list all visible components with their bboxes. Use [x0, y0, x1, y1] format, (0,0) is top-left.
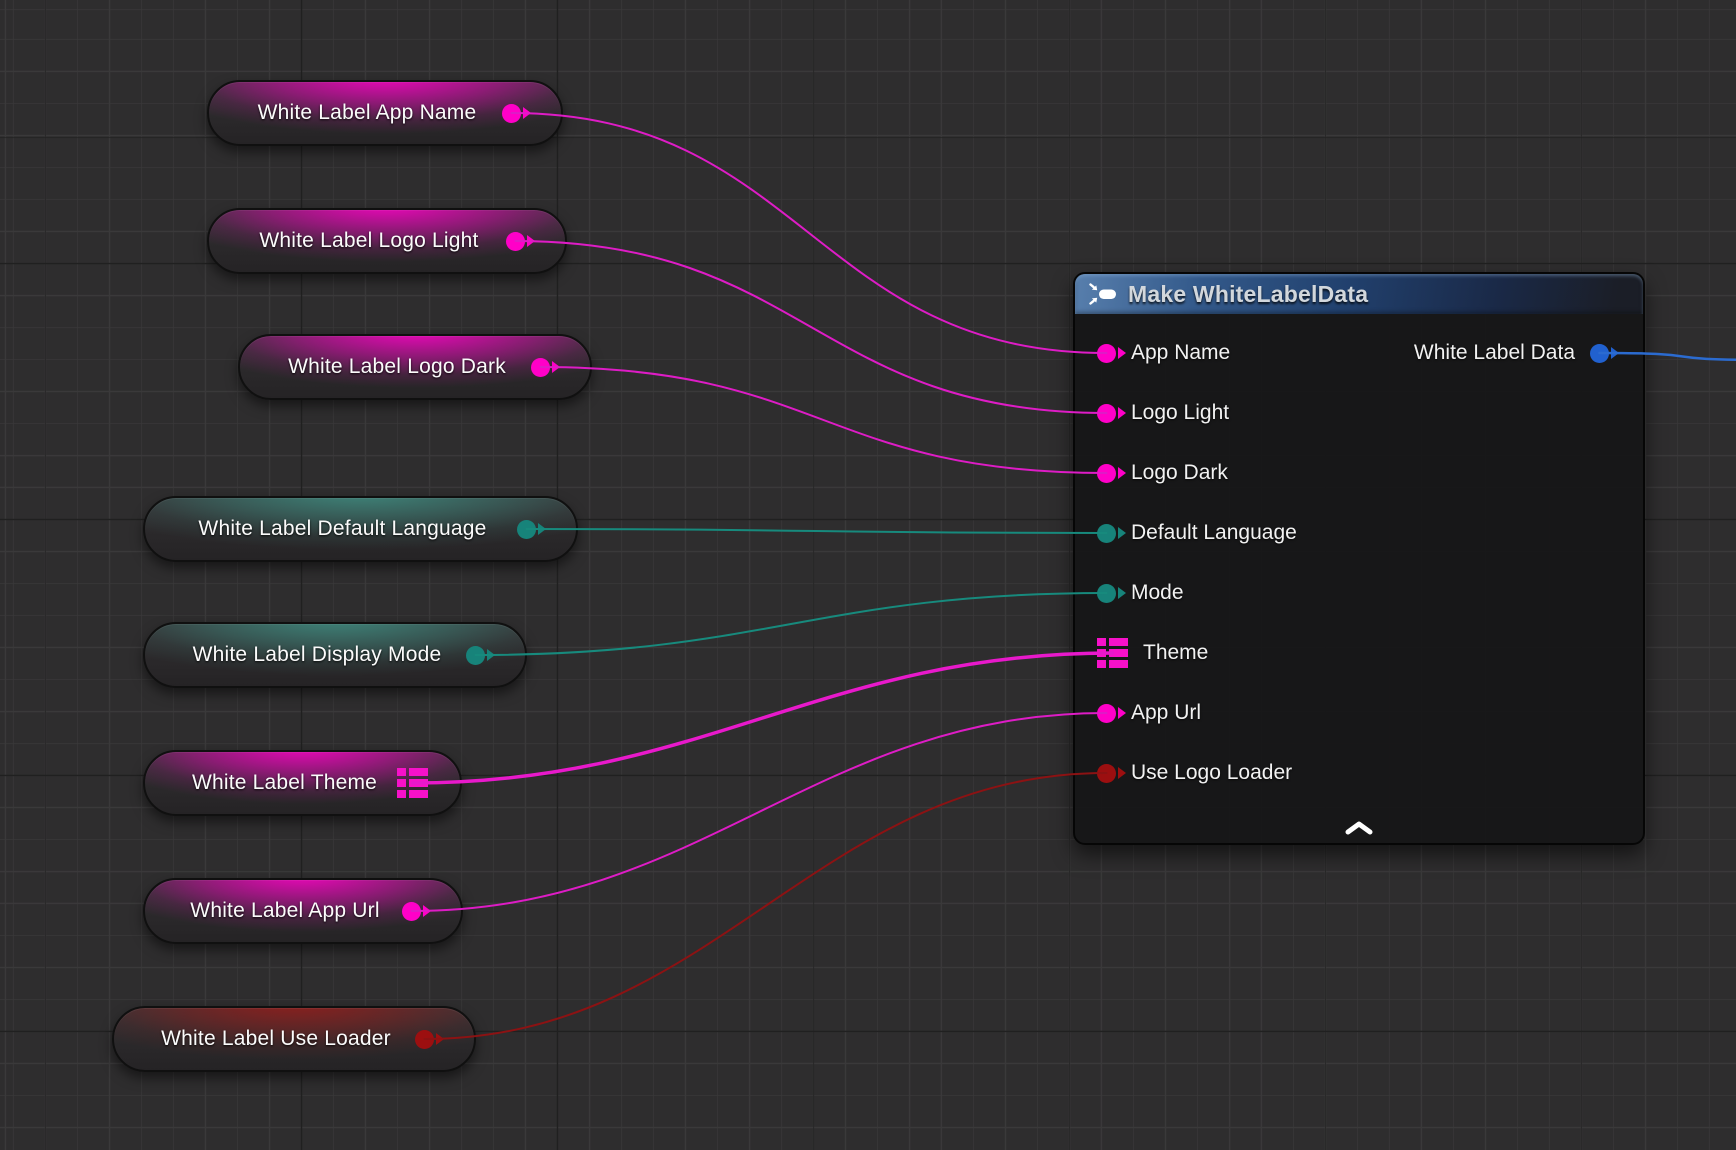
- input-pin-app-name[interactable]: [1097, 344, 1116, 363]
- getter-node-label: White Label Logo Dark: [266, 355, 564, 379]
- input-pin-label: Logo Light: [1131, 401, 1229, 425]
- make-struct-icon: [1089, 282, 1117, 306]
- input-row: Use Logo Loader: [1075, 743, 1643, 803]
- input-row: Default Language: [1075, 503, 1643, 563]
- white-label-data-output-pin[interactable]: [1590, 344, 1609, 363]
- input-pin-label: App Name: [1131, 341, 1230, 365]
- white-label-logo-light-output-pin[interactable]: [506, 232, 525, 251]
- input-pin-default-language[interactable]: [1097, 524, 1116, 543]
- wire-white-label-app-name[interactable]: [512, 113, 1107, 353]
- input-row: Mode: [1075, 563, 1643, 623]
- getter-node-white-label-logo-light[interactable]: White Label Logo Light: [207, 208, 567, 274]
- input-row: App Url: [1075, 683, 1643, 743]
- white-label-app-name-output-pin[interactable]: [502, 104, 521, 123]
- input-pin-logo-dark[interactable]: [1097, 464, 1116, 483]
- blueprint-graph-canvas[interactable]: White Label App Name White Label Logo Lig…: [0, 0, 1736, 1150]
- wire-white-label-logo-light[interactable]: [516, 241, 1107, 413]
- input-pin-label: Logo Dark: [1131, 461, 1228, 485]
- getter-node-label: White Label Default Language: [176, 517, 544, 541]
- collapse-node-button[interactable]: [1342, 819, 1376, 837]
- getter-node-white-label-display-mode[interactable]: White Label Display Mode: [143, 622, 527, 688]
- getter-node-label: White Label Use Loader: [139, 1027, 449, 1051]
- getter-node-white-label-theme[interactable]: White Label Theme: [143, 750, 462, 816]
- getter-node-white-label-use-loader[interactable]: White Label Use Loader: [112, 1006, 476, 1072]
- getter-node-white-label-default-language[interactable]: White Label Default Language: [143, 496, 578, 562]
- wire-white-label-logo-dark[interactable]: [541, 367, 1107, 473]
- input-pin-label: App Url: [1131, 701, 1201, 725]
- wire-white-label-default-language[interactable]: [527, 529, 1107, 533]
- make-whitelabeldata-node[interactable]: Make WhiteLabelData App Name Logo Light Lo…: [1073, 272, 1645, 845]
- input-row: Theme: [1075, 623, 1643, 683]
- input-row: Logo Dark: [1075, 443, 1643, 503]
- output-pin-label: White Label Data: [1414, 341, 1575, 365]
- white-label-app-url-output-pin[interactable]: [402, 902, 421, 921]
- node-title: Make WhiteLabelData: [1128, 281, 1368, 308]
- input-pin-logo-light[interactable]: [1097, 404, 1116, 423]
- input-pin-use-logo-loader[interactable]: [1097, 764, 1116, 783]
- struct-pin-icon[interactable]: [397, 768, 428, 798]
- input-pin-label: Default Language: [1131, 521, 1297, 545]
- white-label-display-mode-output-pin[interactable]: [466, 646, 485, 665]
- getter-node-label: White Label App Url: [168, 899, 437, 923]
- wire-white-label-display-mode[interactable]: [476, 593, 1107, 655]
- wire-white-label-app-url[interactable]: [412, 713, 1107, 911]
- getter-node-label: White Label Theme: [170, 771, 435, 795]
- input-pin-app-url[interactable]: [1097, 704, 1116, 723]
- input-pin-label: Mode: [1131, 581, 1184, 605]
- input-pin-label: Theme: [1143, 641, 1208, 665]
- input-pin-mode[interactable]: [1097, 584, 1116, 603]
- input-row: Logo Light: [1075, 383, 1643, 443]
- getter-node-label: White Label Logo Light: [237, 229, 536, 253]
- wire-white-label-use-loader[interactable]: [425, 773, 1107, 1039]
- white-label-default-language-output-pin[interactable]: [517, 520, 536, 539]
- getter-node-white-label-app-url[interactable]: White Label App Url: [143, 878, 463, 944]
- getter-node-label: White Label App Name: [236, 101, 535, 125]
- getter-node-white-label-logo-dark[interactable]: White Label Logo Dark: [238, 334, 592, 400]
- input-pin-label: Use Logo Loader: [1131, 761, 1292, 785]
- white-label-use-loader-output-pin[interactable]: [415, 1030, 434, 1049]
- struct-pin-icon[interactable]: [1097, 638, 1128, 668]
- getter-node-label: White Label Display Mode: [171, 643, 500, 667]
- getter-node-white-label-app-name[interactable]: White Label App Name: [207, 80, 563, 146]
- node-header[interactable]: Make WhiteLabelData: [1075, 274, 1643, 314]
- white-label-logo-dark-output-pin[interactable]: [531, 358, 550, 377]
